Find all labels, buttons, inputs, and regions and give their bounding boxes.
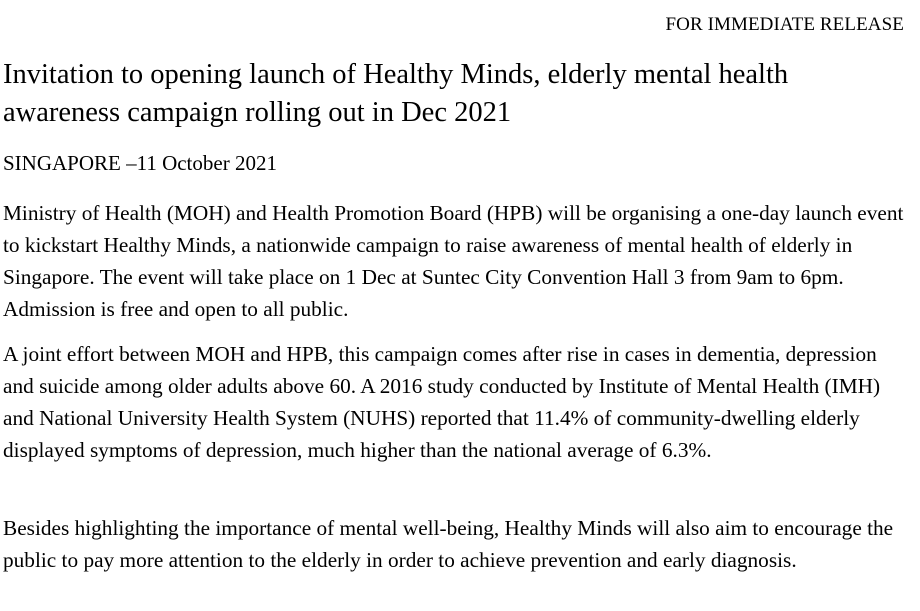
paragraph-event-details: Ministry of Health (MOH) and Health Prom… — [3, 201, 904, 321]
release-label: FOR IMMEDIATE RELEASE — [665, 14, 904, 35]
paragraph-campaign-background: A joint effort between MOH and HPB, this… — [3, 342, 881, 462]
dateline: SINGAPORE –11 October 2021 — [3, 151, 277, 175]
press-release-page: FOR IMMEDIATE RELEASE Invitation to open… — [0, 0, 920, 611]
paragraph-campaign-aims: Besides highlighting the importance of m… — [3, 516, 894, 572]
document-title: Invitation to opening launch of Healthy … — [3, 59, 789, 128]
